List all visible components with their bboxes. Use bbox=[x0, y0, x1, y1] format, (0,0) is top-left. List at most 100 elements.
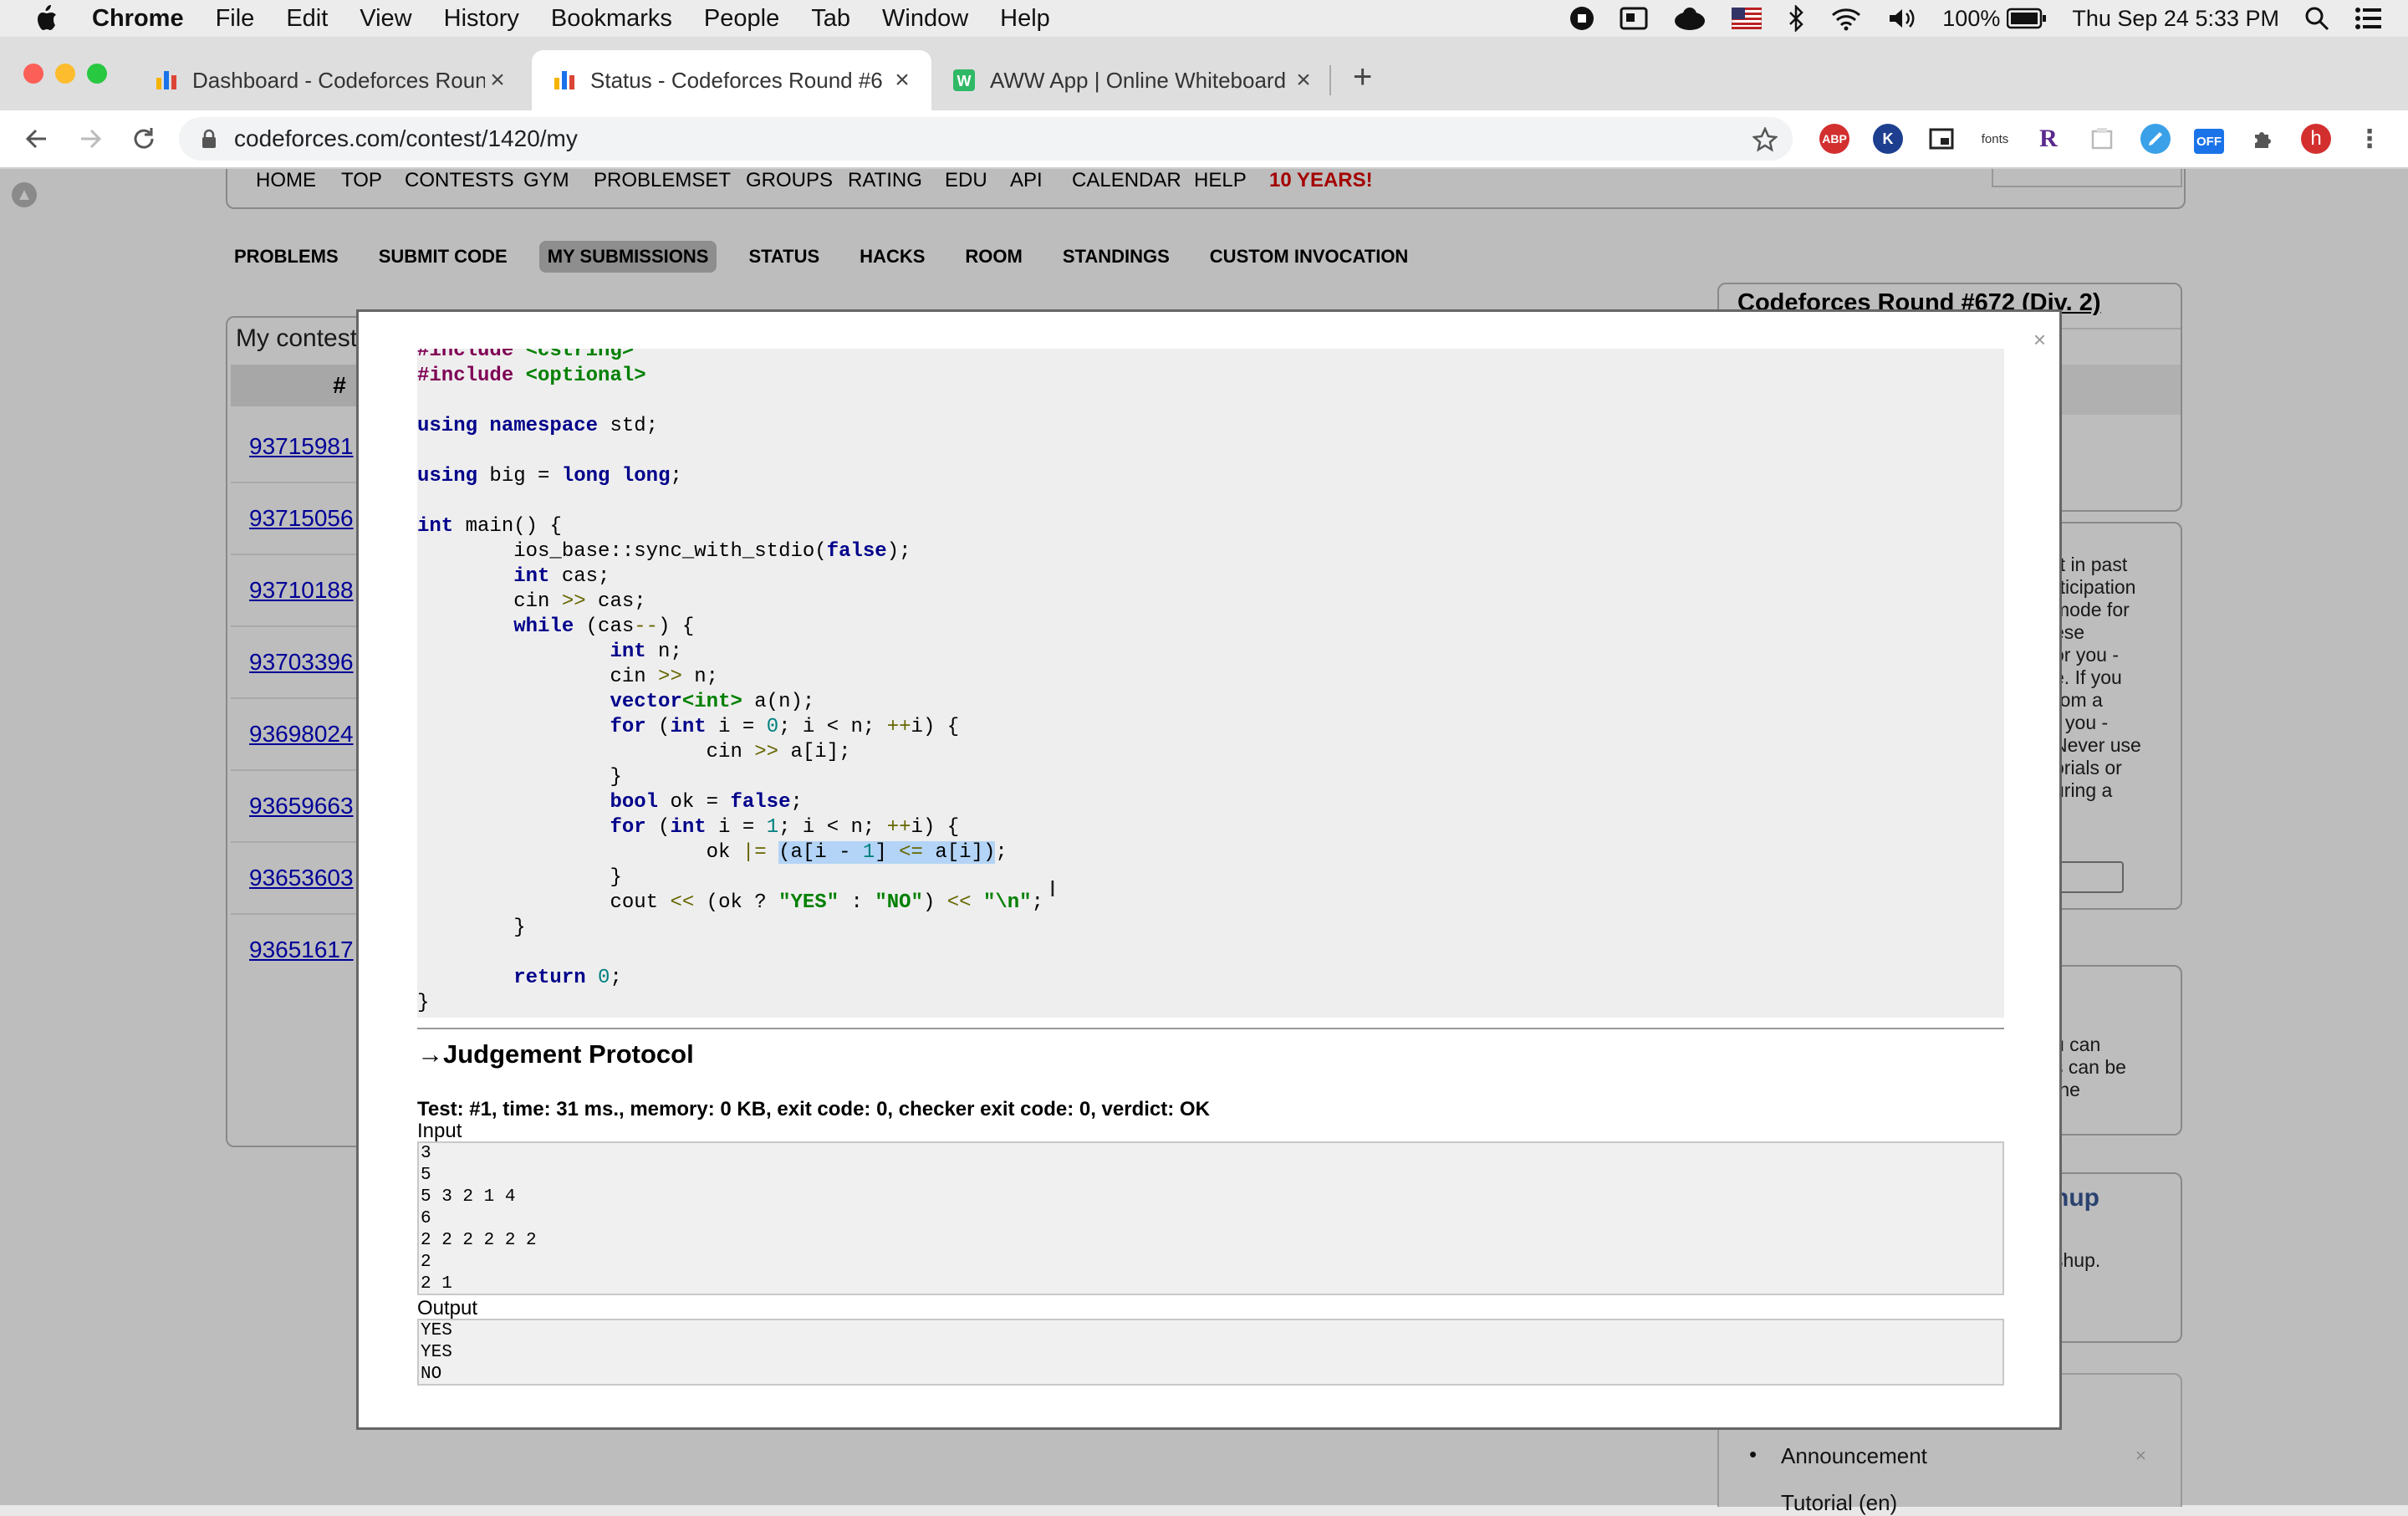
input-line: 3 bbox=[421, 1144, 431, 1163]
window-minimize-button[interactable] bbox=[55, 64, 75, 84]
tab-dashboard[interactable]: Dashboard - Codeforces Round × bbox=[134, 50, 527, 110]
tab-close-icon[interactable]: × bbox=[485, 66, 510, 94]
address-bar[interactable]: codeforces.com/contest/1420/my bbox=[179, 117, 1793, 161]
chrome-menu-icon[interactable]: ⋮ bbox=[2354, 124, 2385, 154]
input-line: 2 bbox=[421, 1253, 431, 1272]
menu-history[interactable]: History bbox=[444, 5, 519, 33]
menu-app-name[interactable]: Chrome bbox=[92, 5, 184, 33]
code-line: int n; bbox=[610, 641, 682, 663]
adblock-extension-icon[interactable]: ABP bbox=[1819, 124, 1849, 154]
output-line: YES bbox=[421, 1321, 452, 1340]
menu-tab[interactable]: Tab bbox=[811, 5, 850, 33]
menu-edit[interactable]: Edit bbox=[286, 5, 328, 33]
k-extension-icon[interactable]: K bbox=[1873, 124, 1903, 154]
codeforces-favicon-icon bbox=[554, 71, 574, 89]
apple-icon[interactable] bbox=[33, 4, 67, 33]
input-line: 2 1 bbox=[421, 1274, 452, 1294]
output-label: Output bbox=[417, 1297, 478, 1319]
test-summary: Test: #1, time: 31 ms., memory: 0 KB, ex… bbox=[417, 1098, 1210, 1120]
menu-window[interactable]: Window bbox=[882, 5, 968, 33]
fonts-extension-icon[interactable]: fonts bbox=[1980, 124, 2010, 154]
selected-text: (a[i - 1] <= a[i]) bbox=[778, 841, 996, 864]
us-flag-icon[interactable] bbox=[1732, 8, 1763, 29]
back-button[interactable] bbox=[20, 122, 54, 156]
tab-close-icon[interactable]: × bbox=[1291, 66, 1316, 94]
announcement-bullet: • bbox=[1749, 1442, 1758, 1467]
screen-mirror-icon[interactable] bbox=[1620, 6, 1648, 31]
aww-favicon-icon: W bbox=[953, 69, 975, 91]
code-line: ios_base::sync_with_stdio(false); bbox=[417, 540, 911, 563]
code-line: } bbox=[417, 916, 526, 939]
source-code-block[interactable]: #include <cstring> #include <optional> u… bbox=[417, 349, 2004, 1018]
submission-source-modal: × #include <cstring> #include <optional>… bbox=[356, 309, 2062, 1430]
bookmark-star-icon[interactable] bbox=[1752, 127, 1778, 152]
bluetooth-icon[interactable] bbox=[1787, 5, 1805, 32]
code-line: vector<int> a(n); bbox=[610, 691, 815, 713]
battery-icon[interactable] bbox=[2007, 8, 2047, 29]
wifi-icon[interactable] bbox=[1830, 6, 1862, 31]
code-line: } bbox=[417, 766, 622, 789]
lock-icon[interactable] bbox=[201, 129, 217, 149]
window-close-button[interactable] bbox=[23, 64, 43, 84]
menu-view[interactable]: View bbox=[360, 5, 411, 33]
tab-title: Dashboard - Codeforces Round bbox=[192, 67, 485, 93]
code-line: cin >> a[i]; bbox=[417, 741, 851, 763]
spotlight-search-icon[interactable] bbox=[2304, 6, 2329, 31]
arrow-left-icon bbox=[25, 129, 46, 149]
reload-button[interactable] bbox=[127, 122, 161, 156]
pen-extension-icon[interactable] bbox=[2140, 124, 2171, 154]
extensions-puzzle-icon[interactable] bbox=[2247, 124, 2278, 154]
code-line: } bbox=[417, 866, 622, 889]
tab-aww-app[interactable]: W AWW App | Online Whiteboard × bbox=[931, 50, 1333, 110]
code-line: ok |= (a[i - 1] <= a[i]); bbox=[417, 841, 1008, 864]
text-cursor-icon: I bbox=[1049, 875, 1056, 901]
notification-center-icon[interactable] bbox=[2354, 7, 2383, 30]
code-line: using big = long long; bbox=[417, 465, 682, 487]
clipboard-extension-icon[interactable] bbox=[2087, 124, 2117, 154]
url-text: codeforces.com/contest/1420/my bbox=[234, 125, 578, 151]
code-line: for (int i = 1; i < n; ++i) { bbox=[610, 816, 960, 839]
record-icon[interactable] bbox=[1569, 6, 1594, 31]
volume-icon[interactable] bbox=[1887, 6, 1917, 31]
tutorial-link[interactable]: Tutorial (en) bbox=[1781, 1490, 1897, 1516]
modal-close-icon[interactable]: × bbox=[2033, 327, 2046, 353]
profile-avatar[interactable]: h bbox=[2301, 124, 2331, 154]
code-line: using namespace std; bbox=[417, 415, 659, 437]
window-zoom-button[interactable] bbox=[87, 64, 107, 84]
input-label: Input bbox=[417, 1120, 462, 1142]
codeforces-favicon-icon bbox=[156, 71, 176, 89]
code-line: while (cas--) { bbox=[513, 615, 695, 638]
menu-bookmarks[interactable]: Bookmarks bbox=[551, 5, 672, 33]
code-line: #include <optional> bbox=[417, 365, 646, 387]
input-line: 5 3 2 1 4 bbox=[421, 1187, 516, 1207]
reload-icon bbox=[134, 128, 154, 149]
menu-help[interactable]: Help bbox=[1000, 5, 1050, 33]
code-line: } bbox=[417, 992, 430, 1014]
off-extension-icon[interactable]: OFF bbox=[2194, 129, 2224, 154]
announcement-close-icon[interactable]: × bbox=[2135, 1445, 2146, 1467]
input-line: 5 bbox=[421, 1166, 431, 1185]
output-line: NO bbox=[421, 1365, 442, 1384]
tab-status[interactable]: Status - Codeforces Round #6 × bbox=[532, 50, 931, 110]
menu-people[interactable]: People bbox=[704, 5, 779, 33]
test-input-box: 3 5 5 3 2 1 4 6 2 2 2 2 2 2 2 2 1 bbox=[417, 1141, 2004, 1295]
tab-close-icon[interactable]: × bbox=[890, 66, 915, 94]
svg-text:W: W bbox=[957, 73, 972, 89]
code-line: cin >> cas; bbox=[417, 590, 646, 613]
code-line: for (int i = 0; i < n; ++i) { bbox=[610, 716, 960, 738]
announcement-link[interactable]: Announcement bbox=[1781, 1443, 1927, 1469]
tab-title: Status - Codeforces Round #6 bbox=[590, 67, 883, 93]
judgement-protocol-title[interactable]: →Judgement Protocol bbox=[417, 1039, 694, 1069]
forward-button[interactable] bbox=[74, 122, 107, 156]
picture-in-picture-icon[interactable] bbox=[1926, 124, 1956, 154]
menubar-clock[interactable]: Thu Sep 24 5:33 PM bbox=[2072, 6, 2279, 32]
r-extension-icon[interactable]: R bbox=[2033, 124, 2064, 154]
cloud-app-icon[interactable] bbox=[1673, 6, 1707, 31]
new-tab-button[interactable]: + bbox=[1353, 59, 1372, 96]
input-line: 2 2 2 2 2 2 bbox=[421, 1231, 537, 1250]
code-line: cin >> n; bbox=[417, 666, 719, 688]
code-line: return 0; bbox=[513, 967, 622, 989]
menu-file[interactable]: File bbox=[216, 5, 255, 33]
input-line: 6 bbox=[421, 1209, 431, 1228]
arrow-right-icon bbox=[81, 129, 102, 149]
